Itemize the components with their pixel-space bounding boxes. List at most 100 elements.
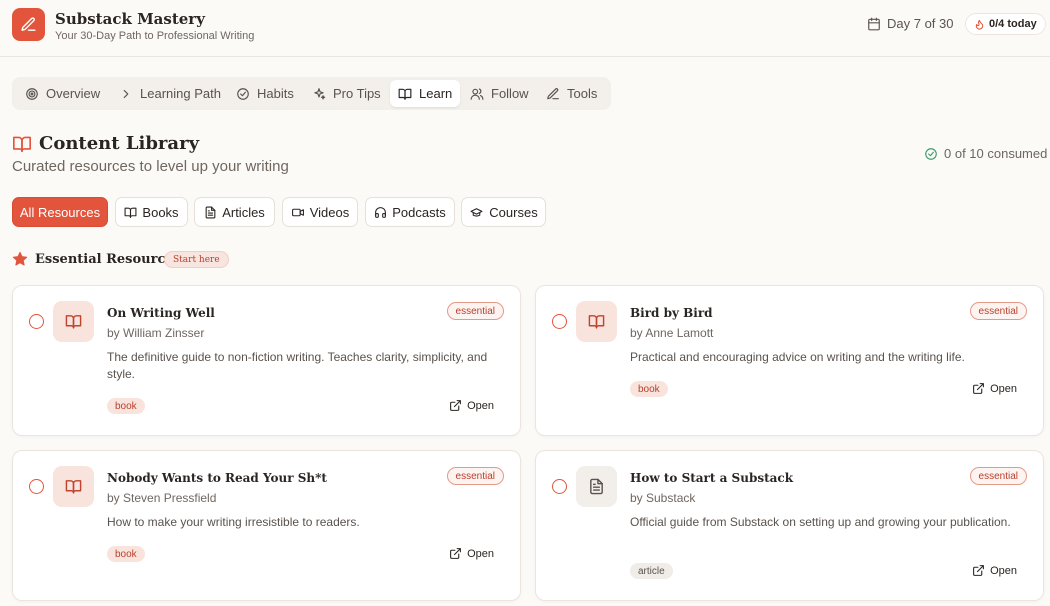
type-tag: book	[107, 546, 145, 562]
external-link-icon	[450, 400, 461, 411]
resource-author: by Anne Lamott	[630, 326, 714, 340]
external-link-icon	[450, 548, 461, 559]
essential-badge: essential	[969, 302, 1027, 320]
filter-books[interactable]: Books	[115, 197, 188, 227]
file-text-icon	[590, 478, 603, 495]
filter-label: Podcasts	[392, 204, 446, 220]
essential-title: Essential Resources	[35, 252, 181, 267]
file-text-icon	[205, 206, 216, 218]
consumed-counter: 0 of 10 consumed	[924, 146, 1047, 161]
filter-label: Videos	[309, 204, 350, 220]
users-icon	[470, 87, 484, 100]
open-label: Open	[467, 547, 494, 560]
essential-badge: essential	[969, 467, 1027, 485]
app-subtitle: Your 30-Day Path to Professional Writing	[55, 30, 255, 42]
tab-label: Learning Path	[140, 86, 221, 101]
day-label: Day 7 of 30	[887, 16, 954, 31]
check-circle-icon	[925, 147, 937, 160]
resource-description: The definitive guide to non-fiction writ…	[107, 350, 488, 381]
tab-label: Learn	[419, 86, 453, 101]
tab-pro-tips[interactable]: Pro Tips	[304, 80, 389, 107]
star-icon	[12, 251, 28, 267]
resource-title: How to Start a Substack	[630, 471, 794, 485]
tab-label: Pro Tips	[333, 86, 381, 101]
essential-badge: essential	[446, 467, 504, 485]
resource-author: by Substack	[630, 491, 696, 505]
tab-follow[interactable]: Follow	[462, 80, 537, 107]
book-open-icon	[65, 480, 82, 494]
resource-icon	[576, 301, 617, 342]
open-label: Open	[467, 399, 494, 412]
resource-title: Nobody Wants to Read Your Sh*t	[107, 471, 327, 485]
chevron-right-icon	[123, 89, 129, 98]
filter-videos[interactable]: Videos	[282, 197, 358, 227]
open-button[interactable]: Open	[449, 399, 494, 412]
type-tag: article	[630, 563, 673, 579]
tab-habits[interactable]: Habits	[228, 80, 302, 107]
open-button[interactable]: Open	[972, 564, 1017, 577]
filter-label: Courses	[489, 204, 538, 220]
consumed-checkbox[interactable]	[29, 314, 44, 329]
calendar-icon	[868, 17, 880, 30]
resource-icon	[53, 301, 94, 342]
sparkles-icon	[314, 87, 326, 99]
filter-label: Books	[142, 204, 179, 220]
book-open-icon	[12, 135, 32, 153]
resource-card: Bird by Bird by Anne Lamott Practical an…	[535, 285, 1044, 436]
open-button[interactable]: Open	[449, 547, 494, 560]
app-header: Substack Mastery Your 30-Day Path to Pro…	[0, 0, 1050, 57]
consumed-checkbox[interactable]	[552, 314, 567, 329]
pencil-icon	[547, 87, 559, 99]
pencil-icon	[21, 17, 36, 31]
book-open-icon	[588, 315, 605, 329]
tab-label: Follow	[491, 86, 529, 101]
tab-label: Tools	[567, 86, 598, 101]
today-badge: 0/4 today	[965, 13, 1046, 35]
book-open-icon	[124, 207, 137, 218]
consumed-checkbox[interactable]	[29, 479, 44, 494]
open-label: Open	[990, 564, 1017, 577]
resource-description: Official guide from Substack on setting …	[630, 515, 1011, 529]
resource-author: by William Zinsser	[107, 326, 205, 340]
type-tag: book	[107, 398, 145, 414]
filter-podcasts[interactable]: Podcasts	[365, 197, 455, 227]
book-open-icon	[65, 315, 82, 329]
filter-label: All Resources	[19, 204, 101, 220]
today-label: 0/4 today	[989, 18, 1037, 30]
filter-label: Articles	[222, 204, 265, 220]
app-logo[interactable]	[12, 8, 45, 41]
resource-card: On Writing Well by William Zinsser The d…	[12, 285, 521, 436]
target-icon	[26, 87, 38, 100]
tab-learn[interactable]: Learn	[390, 80, 461, 107]
type-tag: book	[630, 381, 668, 397]
tab-label: Habits	[257, 86, 294, 101]
external-link-icon	[973, 383, 984, 394]
resource-icon	[576, 466, 617, 507]
tab-learning-path[interactable]: Learning Path	[111, 80, 229, 107]
page-subtitle: Curated resources to level up your writi…	[12, 158, 289, 175]
check-circle-icon	[237, 87, 249, 100]
resource-card: Nobody Wants to Read Your Sh*t by Steven…	[12, 450, 521, 601]
flame-icon	[975, 19, 984, 30]
resource-description: Practical and encouraging advice on writ…	[630, 350, 965, 364]
page-title: Content Library	[39, 133, 200, 154]
open-label: Open	[990, 382, 1017, 395]
resource-icon	[53, 466, 94, 507]
resource-title: On Writing Well	[107, 306, 215, 320]
filter-articles[interactable]: Articles	[194, 197, 275, 227]
start-here-badge: Start here	[164, 251, 229, 268]
video-icon	[291, 208, 304, 216]
resource-title: Bird by Bird	[630, 306, 713, 320]
app-title: Substack Mastery	[55, 10, 205, 28]
open-button[interactable]: Open	[972, 382, 1017, 395]
tab-overview[interactable]: Overview	[17, 80, 108, 107]
consumed-label: 0 of 10 consumed	[944, 146, 1048, 161]
filter-courses[interactable]: Courses	[461, 197, 546, 227]
resource-description: How to make your writing irresistible to…	[107, 515, 360, 529]
headphones-icon	[375, 206, 387, 218]
filter-all-resources[interactable]: All Resources	[12, 197, 108, 227]
tab-label: Overview	[46, 86, 101, 101]
consumed-checkbox[interactable]	[552, 479, 567, 494]
graduation-cap-icon	[470, 207, 483, 217]
tab-tools[interactable]: Tools	[538, 80, 605, 107]
